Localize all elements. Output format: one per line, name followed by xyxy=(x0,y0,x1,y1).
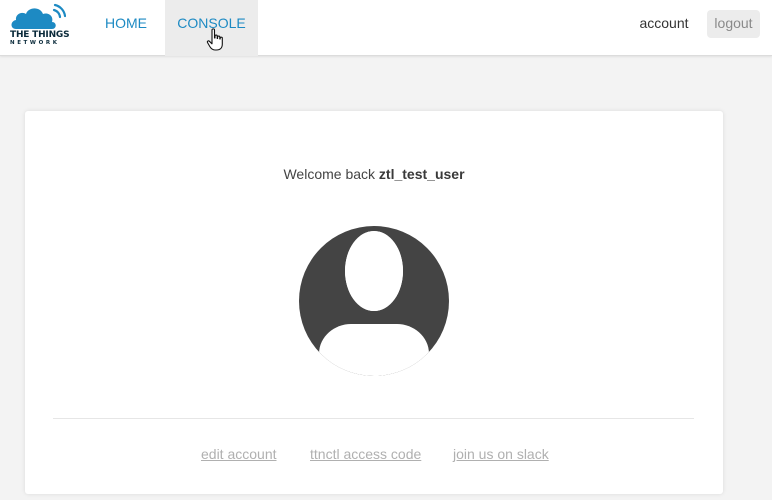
the-things-network-logo[interactable]: THE THINGS NETWORK xyxy=(8,3,70,47)
top-navigation-bar: THE THINGS NETWORK HOME CONSOLE account … xyxy=(0,0,772,56)
hand-pointer-cursor-icon xyxy=(206,28,223,51)
edit-account-link[interactable]: edit account xyxy=(201,446,277,462)
logo-wordmark-line1: THE THINGS xyxy=(10,30,70,40)
logo-wordmark-line2: NETWORK xyxy=(10,40,60,46)
welcome-prefix: Welcome back xyxy=(283,166,376,182)
user-avatar-icon xyxy=(299,226,449,376)
cloud-logo-icon xyxy=(11,3,66,30)
ttnctl-access-code-link[interactable]: ttnctl access code xyxy=(310,446,421,462)
welcome-message: Welcome back ztl_test_user xyxy=(25,166,723,182)
profile-card: Welcome back ztl_test_user edit account … xyxy=(25,111,723,494)
card-divider xyxy=(53,418,694,419)
logout-button[interactable]: logout xyxy=(707,10,760,38)
join-slack-link[interactable]: join us on slack xyxy=(453,446,549,462)
account-link[interactable]: account xyxy=(630,0,698,46)
nav-home-link[interactable]: HOME xyxy=(92,0,160,56)
username: ztl_test_user xyxy=(378,166,465,182)
